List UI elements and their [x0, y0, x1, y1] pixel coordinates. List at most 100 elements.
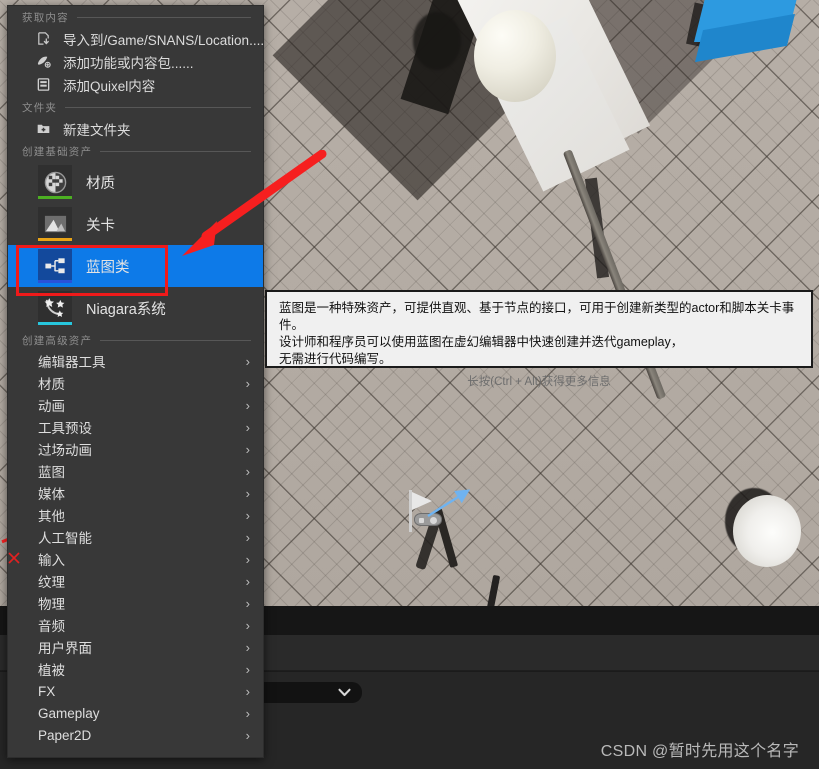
direction-arrow-icon	[427, 489, 471, 518]
chevron-down-icon	[338, 688, 351, 697]
niagara-icon	[38, 291, 72, 325]
level-icon	[38, 207, 72, 241]
section-divider	[100, 151, 251, 152]
tooltip-hint: 长按(Ctrl + Alt)获得更多信息	[467, 376, 611, 388]
menu-item-label: 添加功能或内容包......	[63, 55, 194, 71]
menu-item-add-quixel[interactable]: 添加Quixel内容	[8, 73, 263, 96]
advanced-asset-label: 用户界面	[38, 641, 92, 656]
section-header-folder: 文件夹	[8, 96, 263, 117]
asset-item-label: 蓝图类	[86, 259, 130, 276]
advanced-asset-item[interactable]: 动画 ›	[8, 394, 263, 416]
advanced-asset-item[interactable]: 用户界面 ›	[8, 636, 263, 658]
player-start-gizmo[interactable]	[408, 489, 478, 540]
chevron-right-icon: ›	[245, 573, 250, 589]
advanced-asset-item[interactable]: 工具预设 ›	[8, 416, 263, 438]
asset-accent-bar	[38, 196, 72, 199]
advanced-asset-item[interactable]: FX ›	[8, 680, 263, 702]
advanced-asset-label: 工具预设	[38, 421, 92, 436]
chevron-right-icon: ›	[245, 507, 250, 523]
tooltip-line-1: 蓝图是一种特殊资产，可提供直观、基于节点的接口，可用于创建新类型的actor和脚…	[279, 301, 795, 332]
chevron-right-icon: ›	[245, 419, 250, 435]
screen: CSDN @暂时先用这个名字 获取内容 导入到/Game/SNANS/Locat…	[0, 0, 819, 769]
menu-item-add-feature[interactable]: 添加功能或内容包......	[8, 50, 263, 73]
tooltip-line-2: 设计师和程序员可以使用蓝图在虚幻编辑器中快速创建并迭代gameplay，	[279, 335, 684, 349]
menu-item-label: 新建文件夹	[63, 122, 131, 138]
advanced-asset-label: 动画	[38, 399, 65, 414]
asset-item-label: 关卡	[86, 217, 115, 234]
advanced-asset-label: 蓝图	[38, 465, 65, 480]
asset-context-menu[interactable]: 获取内容 导入到/Game/SNANS/Location...... 添加功能或…	[7, 5, 264, 758]
watermark-text: CSDN @暂时先用这个名字	[600, 743, 799, 760]
viewport-sphere-shadow	[413, 12, 461, 70]
advanced-asset-item[interactable]: 人工智能 ›	[8, 526, 263, 548]
chevron-right-icon: ›	[245, 551, 250, 567]
section-title: 创建基础资产	[22, 146, 93, 158]
advanced-asset-label: Paper2D	[38, 727, 92, 743]
advanced-assets-list[interactable]: 编辑器工具 › 材质 › 动画 › 工具预设 › 过场动画 › 蓝图 › 媒体 › 其他 › 人工智能 › 输入 › 纹…	[8, 350, 263, 746]
advanced-asset-label: 过场动画	[38, 443, 92, 458]
advanced-asset-label: FX	[38, 683, 56, 699]
section-header-advanced-assets: 创建高级资产	[8, 329, 263, 350]
blueprint-icon	[38, 249, 72, 283]
section-title: 获取内容	[22, 12, 69, 24]
advanced-asset-item[interactable]: 物理 ›	[8, 592, 263, 614]
section-header-basic-assets: 创建基础资产	[8, 140, 263, 161]
quixel-icon	[35, 76, 52, 93]
asset-item-niagara-system[interactable]: Niagara系统	[8, 287, 263, 329]
advanced-asset-item[interactable]: Paper2D ›	[8, 724, 263, 746]
menu-item-new-folder[interactable]: 新建文件夹	[8, 117, 263, 140]
chevron-right-icon: ›	[245, 375, 250, 391]
viewport-sphere-mesh-2[interactable]	[733, 495, 801, 567]
section-title: 文件夹	[22, 102, 58, 114]
advanced-asset-label: 音频	[38, 619, 65, 634]
advanced-asset-label: 人工智能	[38, 531, 92, 546]
advanced-asset-item[interactable]: 过场动画 ›	[8, 438, 263, 460]
advanced-asset-item[interactable]: Gameplay ›	[8, 702, 263, 724]
advanced-asset-item[interactable]: 植被 ›	[8, 658, 263, 680]
advanced-asset-label: 物理	[38, 597, 65, 612]
chevron-right-icon: ›	[245, 617, 250, 633]
asset-item-blueprint-class[interactable]: 蓝图类	[8, 245, 263, 287]
menu-item-label: 添加Quixel内容	[63, 78, 156, 94]
import-icon	[35, 30, 52, 47]
asset-accent-bar	[38, 280, 72, 283]
advanced-asset-item[interactable]: 纹理 ›	[8, 570, 263, 592]
viewport-sphere-mesh[interactable]	[474, 10, 556, 102]
section-divider	[100, 340, 251, 341]
advanced-asset-label: 纹理	[38, 575, 65, 590]
advanced-asset-item[interactable]: 编辑器工具 ›	[8, 350, 263, 372]
menu-item-import[interactable]: 导入到/Game/SNANS/Location......	[8, 27, 263, 50]
add-feature-icon	[35, 53, 52, 70]
chevron-right-icon: ›	[245, 463, 250, 479]
section-divider	[65, 107, 251, 108]
section-header-get-content: 获取内容	[8, 6, 263, 27]
advanced-asset-item[interactable]: 蓝图 ›	[8, 460, 263, 482]
asset-item-label: Niagara系统	[86, 301, 166, 318]
section-title: 创建高级资产	[22, 335, 93, 347]
advanced-asset-label: 媒体	[38, 487, 65, 502]
advanced-asset-item[interactable]: 音频 ›	[8, 614, 263, 636]
advanced-asset-label: 其他	[38, 509, 65, 524]
advanced-asset-label: 植被	[38, 663, 65, 678]
advanced-asset-label: Gameplay	[38, 705, 100, 721]
asset-accent-bar	[38, 238, 72, 241]
chevron-right-icon: ›	[245, 661, 250, 677]
advanced-asset-label: 编辑器工具	[38, 355, 106, 370]
advanced-asset-item[interactable]: 输入 ›	[8, 548, 263, 570]
chevron-right-icon: ›	[245, 441, 250, 457]
advanced-asset-item[interactable]: 材质 ›	[8, 372, 263, 394]
chevron-right-icon: ›	[245, 683, 250, 699]
chevron-right-icon: ›	[245, 529, 250, 545]
asset-item-label: 材质	[86, 175, 115, 192]
asset-item-material[interactable]: 材质	[8, 161, 263, 203]
advanced-asset-label: 输入	[38, 553, 65, 568]
chevron-right-icon: ›	[245, 639, 250, 655]
chevron-right-icon: ›	[245, 397, 250, 413]
asset-item-level[interactable]: 关卡	[8, 203, 263, 245]
advanced-asset-item[interactable]: 媒体 ›	[8, 482, 263, 504]
asset-tooltip: 蓝图是一种特殊资产，可提供直观、基于节点的接口，可用于创建新类型的actor和脚…	[265, 290, 813, 388]
chevron-right-icon: ›	[245, 353, 250, 369]
advanced-asset-item[interactable]: 其他 ›	[8, 504, 263, 526]
new-folder-icon	[35, 120, 52, 137]
section-divider	[76, 17, 251, 18]
